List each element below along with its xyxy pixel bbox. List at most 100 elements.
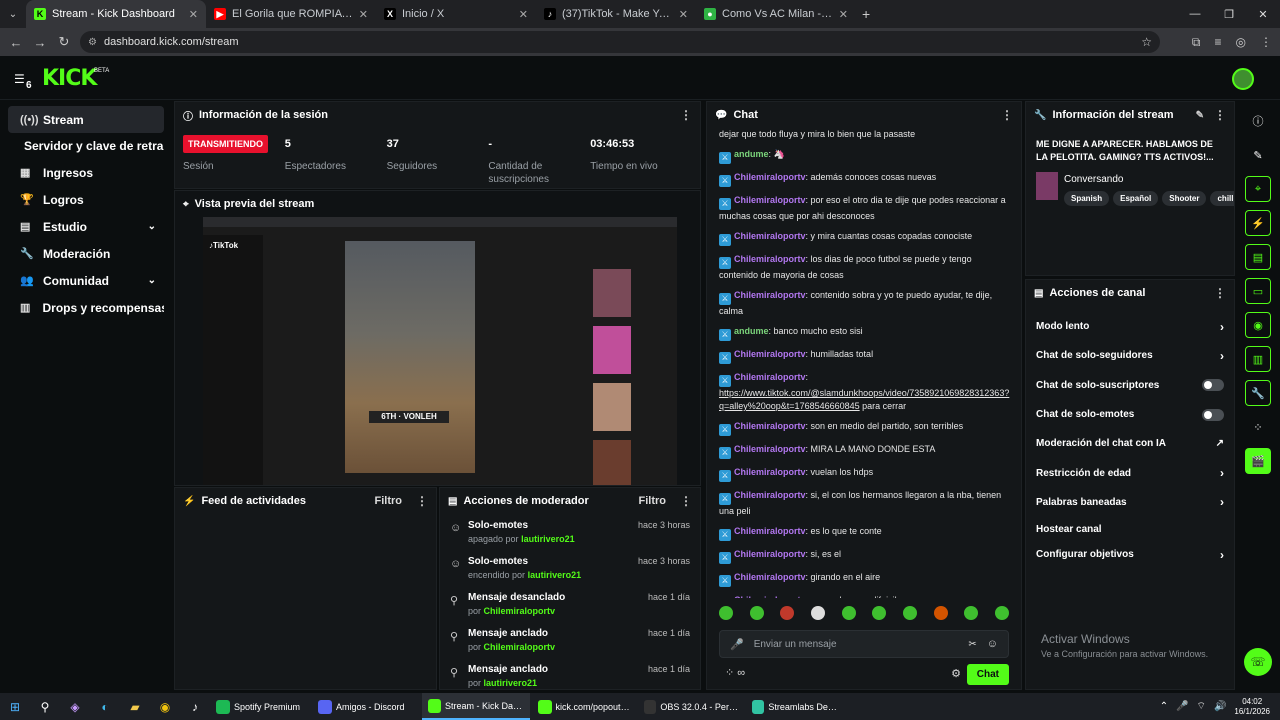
copilot-icon[interactable]: ◈ [60,700,90,714]
emote-icon[interactable] [841,606,856,620]
chat-input[interactable]: 🎤 Enviar un mensaje ✂ ☺ [719,630,1009,658]
media-icon[interactable]: ≡ [1215,35,1222,49]
tray-chevron-icon[interactable]: ⌃ [1160,701,1168,712]
activity-more-icon[interactable]: ⋮ [416,494,428,508]
rail-mod-icon[interactable]: ▥ [1245,346,1271,372]
chat-username[interactable]: Chilemiraloportv [734,172,806,182]
volume-icon[interactable]: 🔊 [1214,701,1226,712]
chat-username[interactable]: Chilemiraloportv [734,467,806,477]
emote-icon[interactable] [749,606,764,620]
close-window-icon[interactable]: ✕ [1246,8,1280,21]
rail-scan-icon[interactable]: ⌖ [1245,176,1271,202]
mod-action-item[interactable]: ⚲ Mensaje desanclado por Chilemiraloportv h… [440,586,700,622]
emote-icon[interactable] [964,606,979,620]
stream-tag[interactable]: Español [1113,191,1159,206]
sidebar-item-1[interactable]: Servidor y clave de retransm [8,133,164,159]
sidebar-item-2[interactable]: ▦ Ingresos [8,159,164,186]
microphone-icon[interactable]: 🎤 [730,638,744,651]
mod-action-item[interactable]: ☺ Solo-emotes apagado por lautirivero21 hac… [440,514,700,550]
rail-community-icon[interactable]: ⁘ [1245,414,1271,440]
maximize-icon[interactable]: ❐ [1212,8,1246,21]
chat-username[interactable]: Chilemiraloportv [734,195,806,205]
rail-chat-icon[interactable]: ▭ [1245,278,1271,304]
stream-tag[interactable]: chill [1210,191,1234,206]
mod-action-item[interactable]: ⚲ Mensaje anclado por lautirivero21 hace 1 … [440,658,700,689]
emote-icon[interactable] [719,606,733,620]
channel-action-8[interactable]: Configurar objetivos › [1026,542,1234,567]
chat-username[interactable]: Chilemiraloportv [734,349,806,359]
emote-icon[interactable] [902,606,917,620]
back-icon[interactable]: ← [4,35,28,50]
tab-2[interactable]: X Inicio / X ✕ [376,0,536,28]
tab-close-icon[interactable]: ✕ [189,8,198,21]
emote-icon[interactable] [933,606,948,620]
tab-close-icon[interactable]: ✕ [679,8,688,21]
rail-broadcast-icon[interactable]: ◉ [1245,312,1271,338]
tab-0[interactable]: K Stream - Kick Dashboard ✕ [26,0,206,28]
taskbar-app-1[interactable]: Amigos - Discord [312,693,420,720]
chat-username[interactable]: Chilemiraloportv [734,290,806,300]
taskbar-app-5[interactable]: Streamlabs Desktop [746,693,846,720]
taskbar-search-icon[interactable]: ⚲ [30,700,60,714]
chat-username[interactable]: andume [734,326,769,336]
tab-close-icon[interactable]: ✕ [519,8,528,21]
taskbar-app-4[interactable]: OBS 32.0.4 - Perfil: ... [638,693,744,720]
chat-username[interactable]: Chilemiraloportv [734,254,806,264]
windows-start-icon[interactable]: ⊞ [0,700,30,714]
rail-info-icon[interactable]: ⓘ [1245,108,1271,134]
minimize-icon[interactable]: — [1178,8,1212,20]
chat-send-button[interactable]: Chat [966,664,1009,685]
profile-icon[interactable]: ◎ [1236,35,1246,49]
site-info-icon[interactable]: ⚙ [88,37,97,48]
chrome-icon[interactable]: ◉ [150,700,180,714]
toggle-switch[interactable] [1202,379,1224,392]
hamburger-icon[interactable]: ☰ [14,72,25,86]
edit-icon[interactable]: ✎ [1196,110,1204,121]
channel-action-4[interactable]: Moderación del chat con IA ↗ [1026,429,1234,458]
channel-action-0[interactable]: Modo lento › [1026,312,1234,341]
rail-list-icon[interactable]: ▤ [1245,244,1271,270]
chat-more-icon[interactable]: ⋮ [1001,108,1013,122]
stream-preview-video[interactable]: ♪TikTok 6TH · VONLEH [203,217,677,485]
taskbar-app-3[interactable]: kick.com/popout/l... [532,693,636,720]
edge-icon[interactable]: ◐ [90,700,120,714]
menu-kebab-icon[interactable]: ⋮ [1260,35,1272,49]
toggle-switch[interactable] [1202,408,1224,421]
sidebar-item-5[interactable]: 🔧 Moderación [8,240,164,267]
chat-username[interactable]: Chilemiraloportv [734,372,806,382]
channel-action-3[interactable]: Chat de solo-emotes [1026,400,1234,429]
explorer-icon[interactable]: ▰ [120,700,150,714]
tab-close-icon[interactable]: ✕ [839,8,848,21]
reload-icon[interactable]: ↻ [52,34,76,50]
sidebar-item-7[interactable]: ▥ Drops y recompensas [8,294,164,321]
mod-filter-button[interactable]: Filtro [639,495,667,507]
commands-icon[interactable]: ✂ [968,639,976,650]
chat-username[interactable]: andume [734,149,769,159]
sidebar-item-3[interactable]: 🏆 Logros [8,186,164,213]
sidebar-item-6[interactable]: 👥 Comunidad ⌄ [8,267,164,294]
channel-action-2[interactable]: Chat de solo-suscriptores [1026,371,1234,400]
tab-search-icon[interactable]: ⌄ [0,9,26,20]
rail-edit-icon[interactable]: ✎ [1245,142,1271,168]
chat-username[interactable]: Chilemiraloportv [734,421,806,431]
chat-username[interactable]: Chilemiraloportv [734,595,806,598]
emote-icon[interactable] [810,606,825,620]
activity-filter-button[interactable]: Filtro [375,495,403,507]
emote-icon[interactable] [780,606,795,620]
kick-logo[interactable]: KICK [42,66,97,91]
stream-tag[interactable]: Shooter [1162,191,1207,206]
taskbar-app-2[interactable]: Stream - Kick Dash... [422,693,530,720]
emote-icon[interactable] [872,606,887,620]
chat-username[interactable]: Chilemiraloportv [734,490,806,500]
emoji-icon[interactable]: ☺ [987,638,998,650]
wifi-icon[interactable]: ⌔ [1197,700,1206,713]
channel-action-7[interactable]: Hostear canal [1026,517,1234,542]
channel-action-1[interactable]: Chat de solo-seguidores › [1026,341,1234,370]
tiktok-icon[interactable]: ♪ [180,700,210,714]
chat-username[interactable]: Chilemiraloportv [734,526,806,536]
taskbar-app-0[interactable]: Spotify Premium [210,693,310,720]
tab-4[interactable]: ● Como Vs AC Milan - Resultado ✕ [696,0,856,28]
url-bar[interactable]: ⚙ dashboard.kick.com/stream ☆ [80,31,1160,53]
sidebar-item-0[interactable]: ((•)) Stream [8,106,164,133]
chat-extras-icon[interactable]: ⁘ ∞ [725,666,745,679]
